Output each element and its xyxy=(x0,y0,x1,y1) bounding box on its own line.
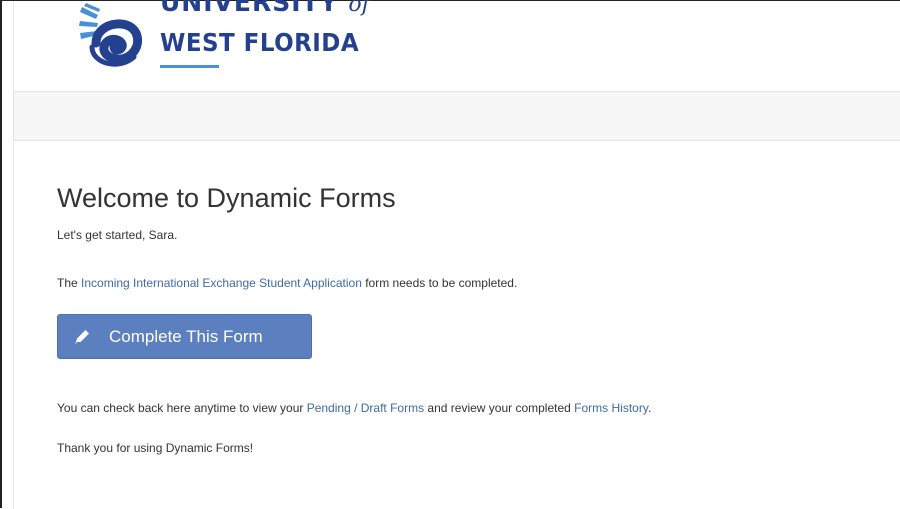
complete-form-button-label: Complete This Form xyxy=(109,327,263,346)
pencil-icon xyxy=(75,330,89,344)
browser-frame: UNIVERSITY of WEST FLORIDA Welcome to Dy… xyxy=(0,0,900,509)
thank-you-text: Thank you for using Dynamic Forms! xyxy=(57,441,254,455)
nav-bar xyxy=(13,91,900,141)
site-header: UNIVERSITY of WEST FLORIDA xyxy=(13,0,900,91)
forms-history-link[interactable]: Forms History xyxy=(574,401,648,415)
form-name-link[interactable]: Incoming International Exchange Student … xyxy=(81,276,362,290)
logo-west-florida-text: WEST FLORIDA xyxy=(160,28,360,57)
page-title: Welcome to Dynamic Forms xyxy=(57,183,396,213)
check-back-text: You can check back here anytime to view … xyxy=(57,401,652,415)
logo-university-text: UNIVERSITY of xyxy=(160,0,370,17)
greeting-text: Let's get started, Sara. xyxy=(57,228,178,242)
pending-draft-forms-link[interactable]: Pending / Draft Forms xyxy=(307,401,424,415)
main-content: Welcome to Dynamic Forms Let's get start… xyxy=(13,142,900,509)
complete-form-button[interactable]: Complete This Form xyxy=(57,314,312,359)
nautilus-logo-icon xyxy=(79,3,142,67)
form-notice: The Incoming International Exchange Stud… xyxy=(57,276,518,290)
logo-underline xyxy=(160,65,219,68)
university-logo[interactable]: UNIVERSITY of WEST FLORIDA xyxy=(78,0,370,73)
